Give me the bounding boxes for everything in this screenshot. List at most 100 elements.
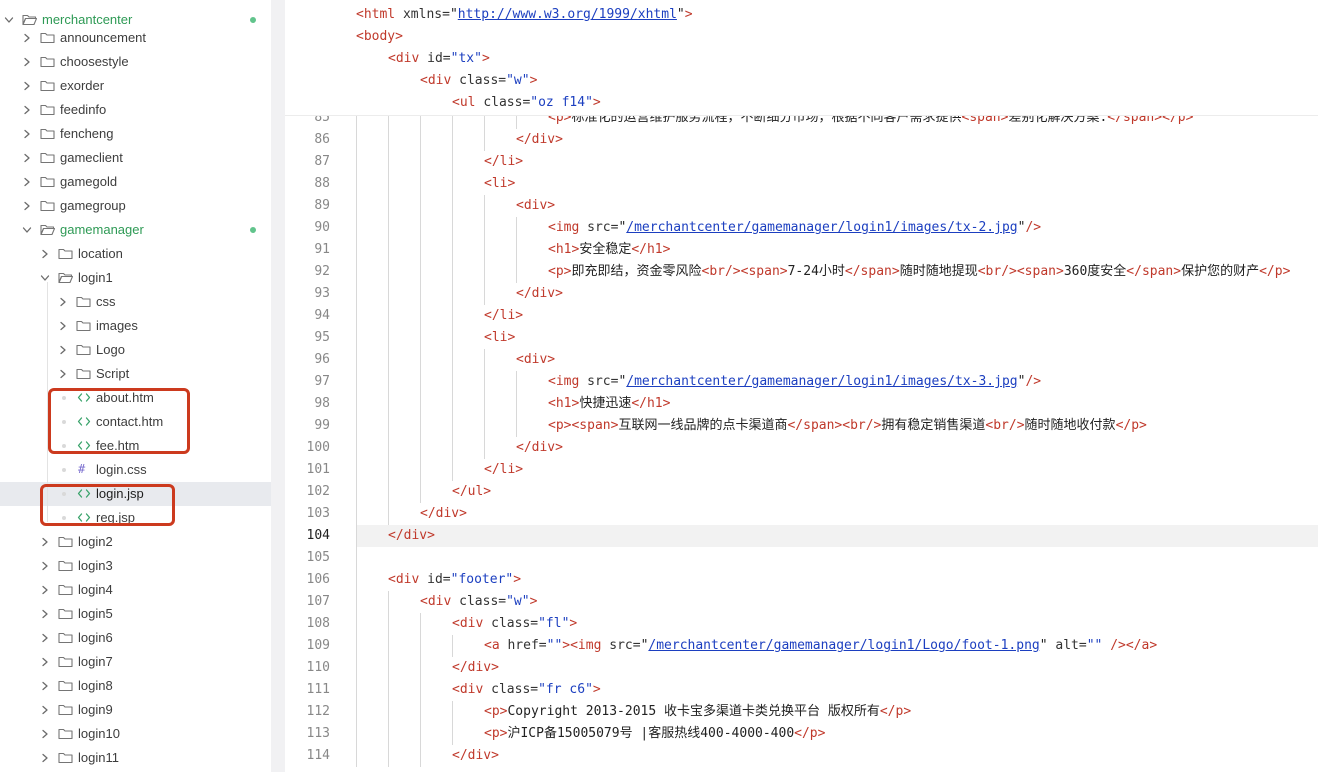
code-token: </div> bbox=[516, 286, 563, 301]
chevron-right-icon bbox=[24, 33, 30, 43]
modified-dot bbox=[250, 227, 256, 233]
code-line[interactable]: 113 <p>沪ICP备15005079号 |客服热线400-4000-400</… bbox=[285, 723, 1318, 745]
code-line[interactable]: 103 </div> bbox=[285, 503, 1318, 525]
code-line[interactable]: 91 <h1>安全稳定</h1> bbox=[285, 239, 1318, 261]
folder-icon bbox=[58, 560, 73, 572]
code-line[interactable]: 105 bbox=[285, 547, 1318, 569]
sticky-code-line[interactable]: <body> bbox=[285, 26, 1318, 48]
tree-folder[interactable]: login9 bbox=[0, 698, 271, 722]
code-line[interactable]: 99 <p><span>互联网一线品牌的点卡渠道商</span><br/>拥有稳定… bbox=[285, 415, 1318, 437]
tree-folder[interactable]: login2 bbox=[0, 530, 271, 554]
code-lines[interactable]: 85 <p>标准化的运营维护服务流程，不断细分市场，根据不同客户需求提供<span… bbox=[285, 107, 1318, 767]
code-text: <p><span>互联网一线品牌的点卡渠道商</span><br/>拥有稳定销售… bbox=[548, 415, 1147, 437]
tree-folder[interactable]: Logo bbox=[0, 338, 271, 362]
chevron-down-icon bbox=[22, 227, 32, 233]
code-line[interactable]: 109 <a href=""><img src="/merchantcenter/… bbox=[285, 635, 1318, 657]
code-text: <div class="w"> bbox=[420, 70, 537, 92]
code-token: href= bbox=[507, 638, 547, 653]
sticky-scroll-header[interactable]: <html xmlns="http://www.w3.org/1999/xhtm… bbox=[285, 0, 1318, 116]
chevron-right-icon bbox=[42, 609, 48, 619]
chevron-right-icon bbox=[42, 561, 48, 571]
code-line[interactable]: 108 <div class="fl"> bbox=[285, 613, 1318, 635]
chevron-down-icon bbox=[4, 17, 14, 23]
tree-folder[interactable]: login5 bbox=[0, 602, 271, 626]
code-token: </span><br/> bbox=[787, 418, 882, 433]
code-line[interactable]: 89 <div> bbox=[285, 195, 1318, 217]
sticky-code-line[interactable]: <html xmlns="http://www.w3.org/1999/xhtm… bbox=[285, 4, 1318, 26]
code-line[interactable]: 98 <h1>快捷迅速</h1> bbox=[285, 393, 1318, 415]
code-line[interactable]: 86 </div> bbox=[285, 129, 1318, 151]
tree-folder[interactable]: login6 bbox=[0, 626, 271, 650]
tree-folder[interactable]: gamegold bbox=[0, 170, 271, 194]
tree-folder[interactable]: exorder bbox=[0, 74, 271, 98]
tree-folder[interactable]: fencheng bbox=[0, 122, 271, 146]
folder-icon bbox=[40, 200, 55, 212]
code-token: </h1> bbox=[631, 242, 671, 257]
tree-item-label: login4 bbox=[78, 582, 113, 597]
folder-open-icon bbox=[22, 14, 37, 26]
tree-root-folder[interactable]: merchantcenter bbox=[0, 8, 271, 32]
tree-folder[interactable]: location bbox=[0, 242, 271, 266]
code-line[interactable]: 90 <img src="/merchantcenter/gamemanager/… bbox=[285, 217, 1318, 239]
code-line[interactable]: 92 <p>即充即结，资金零风险<br/><span>7-24小时</span>随… bbox=[285, 261, 1318, 283]
code-line[interactable]: 88 <li> bbox=[285, 173, 1318, 195]
code-line[interactable]: 111 <div class="fr c6"> bbox=[285, 679, 1318, 701]
code-line[interactable]: 97 <img src="/merchantcenter/gamemanager/… bbox=[285, 371, 1318, 393]
code-line[interactable]: 93 </div> bbox=[285, 283, 1318, 305]
tree-folder[interactable]: feedinfo bbox=[0, 98, 271, 122]
code-line[interactable]: 95 <li> bbox=[285, 327, 1318, 349]
code-text: <h1>快捷迅速</h1> bbox=[548, 393, 670, 415]
code-line[interactable]: 101 </li> bbox=[285, 459, 1318, 481]
sticky-code-line[interactable]: <ul class="oz f14"> bbox=[285, 92, 1318, 114]
code-line[interactable]: 114 </div> bbox=[285, 745, 1318, 767]
tree-folder[interactable]: login7 bbox=[0, 650, 271, 674]
line-number: 87 bbox=[314, 154, 330, 169]
code-line[interactable]: 100 </div> bbox=[285, 437, 1318, 459]
tree-folder[interactable]: login4 bbox=[0, 578, 271, 602]
tree-folder[interactable]: Script bbox=[0, 362, 271, 386]
tree-file[interactable]: # login.css bbox=[0, 458, 271, 482]
tree-folder-login1[interactable]: login1 bbox=[0, 266, 271, 290]
chevron-right-icon bbox=[24, 177, 30, 187]
tree-folder[interactable]: login10 bbox=[0, 722, 271, 746]
code-line[interactable]: 110 </div> bbox=[285, 657, 1318, 679]
tree-folder[interactable]: login3 bbox=[0, 554, 271, 578]
code-token: </div> bbox=[452, 748, 499, 763]
code-token: class= bbox=[491, 682, 539, 697]
tree-folder[interactable]: css bbox=[0, 290, 271, 314]
code-editor[interactable]: <html xmlns="http://www.w3.org/1999/xhtm… bbox=[285, 0, 1318, 772]
code-token: " bbox=[676, 7, 685, 22]
tree-folder[interactable]: gameclient bbox=[0, 146, 271, 170]
line-number: 111 bbox=[306, 682, 330, 697]
tree-folder[interactable]: login8 bbox=[0, 674, 271, 698]
code-token: <div> bbox=[516, 352, 556, 367]
code-token: <li> bbox=[484, 176, 516, 191]
panel-divider[interactable] bbox=[271, 0, 285, 772]
line-number: 97 bbox=[314, 374, 330, 389]
code-text: <li> bbox=[484, 327, 515, 349]
code-line[interactable]: 112 <p>Copyright 2013-2015 收卡宝多渠道卡类兑换平台 版… bbox=[285, 701, 1318, 723]
code-line[interactable]: 107 <div class="w"> bbox=[285, 591, 1318, 613]
sticky-code-line[interactable]: <div id="tx"> bbox=[285, 48, 1318, 70]
code-line[interactable]: 94 </li> bbox=[285, 305, 1318, 327]
line-number: 93 bbox=[314, 286, 330, 301]
tree-folder[interactable]: login11 bbox=[0, 746, 271, 770]
sticky-code-line[interactable]: <div class="w"> bbox=[285, 70, 1318, 92]
current-code-line[interactable]: 104 </div> bbox=[285, 525, 1318, 547]
tree-item-label: Script bbox=[96, 366, 130, 381]
code-token: <div> bbox=[516, 198, 556, 213]
tree-folder-gamemanager[interactable]: gamemanager bbox=[0, 218, 271, 242]
tree-folder[interactable]: choosestyle bbox=[0, 50, 271, 74]
code-line[interactable]: 87 </li> bbox=[285, 151, 1318, 173]
tree-folder[interactable]: images bbox=[0, 314, 271, 338]
code-token: <body> bbox=[356, 29, 403, 44]
tree-item-label: exorder bbox=[60, 78, 105, 93]
code-line[interactable]: 102 </ul> bbox=[285, 481, 1318, 503]
code-token: id= bbox=[427, 51, 451, 66]
code-line[interactable]: 106 <div id="footer"> bbox=[285, 569, 1318, 591]
chevron-right-icon bbox=[24, 129, 30, 139]
code-line[interactable]: 96 <div> bbox=[285, 349, 1318, 371]
tree-folder[interactable]: gamegroup bbox=[0, 194, 271, 218]
line-number: 114 bbox=[306, 748, 330, 763]
